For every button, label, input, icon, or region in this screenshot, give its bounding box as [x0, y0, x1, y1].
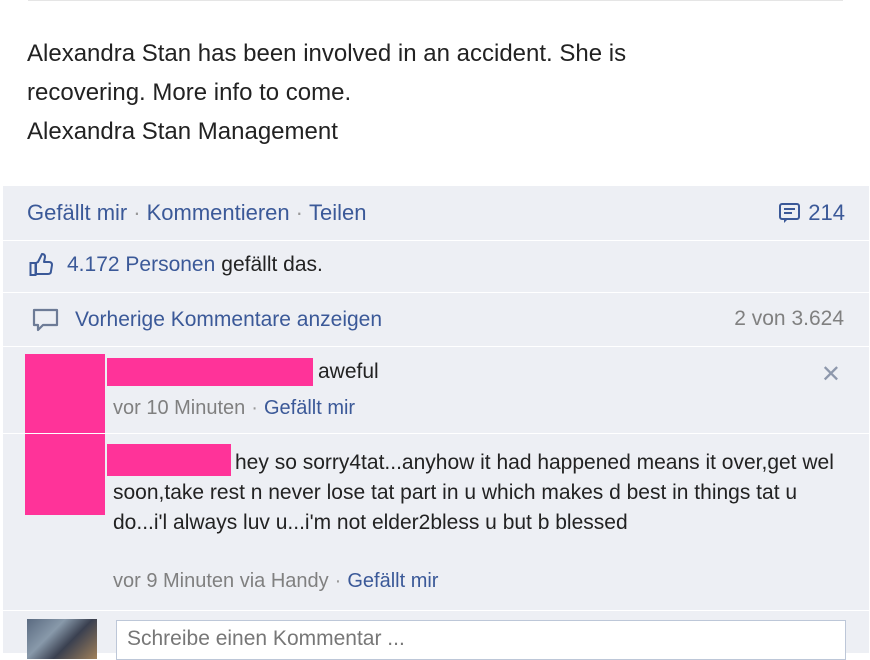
comment-like-link[interactable]: Gefällt mir — [264, 397, 355, 419]
share-link[interactable]: Teilen — [309, 200, 366, 225]
post-line: Alexandra Stan Management — [27, 118, 338, 145]
comment-time[interactable]: vor 10 Minuten — [113, 397, 245, 419]
previous-comments-link[interactable]: Vorherige Kommentare anzeigen — [75, 308, 382, 332]
comment-link[interactable]: Kommentieren — [147, 200, 290, 225]
comment-meta: vor 9 Minuten via Handy · Gefällt mir — [113, 570, 438, 593]
speech-bubble-icon — [32, 308, 59, 332]
separator: · — [251, 397, 258, 419]
feedback-panel: Gefällt mir · Kommentieren · Teilen 214 4.17… — [3, 186, 869, 660]
comment-text: hey so sorry4tat...anyhow it had happene… — [113, 448, 853, 538]
thumbs-up-icon — [29, 253, 53, 276]
compose-row: Schreibe einen Kommentar ... — [3, 611, 869, 660]
previous-comments-row: Vorherige Kommentare anzeigen 2 von 3.62… — [3, 293, 869, 347]
separator: · — [334, 570, 342, 592]
separator: · — [295, 200, 303, 225]
likes-row: 4.172 Personen gefällt das. — [3, 241, 869, 293]
like-link[interactable]: Gefällt mir — [27, 200, 127, 225]
close-icon[interactable]: ✕ — [821, 360, 841, 389]
comment-item: hey so sorry4tat...anyhow it had happene… — [3, 434, 869, 611]
likers-link[interactable]: 4.172 Personen — [67, 253, 215, 277]
comment-item: aweful vor 10 Minuten · Gefällt mir ✕ — [3, 349, 869, 434]
comment-input[interactable]: Schreibe einen Kommentar ... — [116, 620, 846, 660]
top-divider — [28, 0, 843, 1]
comment-count-icon — [779, 203, 801, 223]
likes-suffix: gefällt das. — [221, 253, 323, 276]
separator: · — [133, 200, 141, 225]
comment-count[interactable]: 214 — [778, 200, 845, 226]
comment-body: hey so sorry4tat...anyhow it had happene… — [113, 451, 834, 534]
action-bar: Gefällt mir · Kommentieren · Teilen 214 — [3, 186, 869, 241]
comment-count-value: 214 — [808, 200, 845, 225]
post-line: recovering. More info to come. — [27, 79, 352, 106]
action-links: Gefällt mir · Kommentieren · Teilen — [27, 200, 366, 226]
comment-meta: vor 10 Minuten · Gefällt mir — [113, 397, 355, 420]
comment-like-link[interactable]: Gefällt mir — [347, 570, 438, 592]
post-line: Alexandra Stan has been involved in an a… — [27, 40, 627, 67]
comments-shown-count: 2 von 3.624 — [734, 307, 844, 330]
redacted-author-name — [107, 358, 313, 386]
user-avatar — [27, 619, 97, 659]
comment-time[interactable]: vor 9 Minuten via Handy — [113, 570, 329, 592]
post-message: Alexandra Stan has been involved in an a… — [27, 34, 847, 151]
comment-text: aweful — [318, 360, 379, 383]
